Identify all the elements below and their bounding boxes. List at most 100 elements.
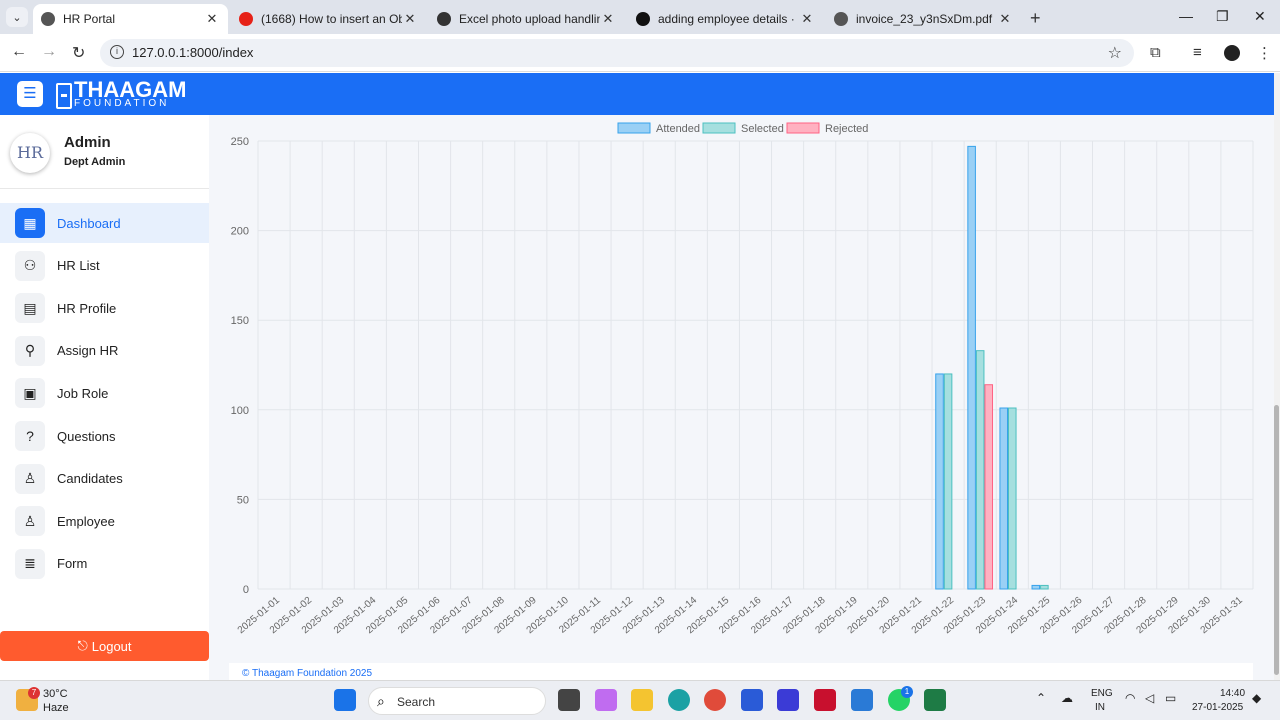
dashboard-icon: ▦ <box>15 208 45 238</box>
browser-profile-avatar[interactable] <box>1224 45 1240 61</box>
store-icon[interactable] <box>741 689 763 711</box>
search-icon: ⌕ <box>377 693 385 709</box>
browser-tab-2[interactable]: Excel photo upload handling ✕ <box>429 4 624 34</box>
bar-selected-2025-01-25[interactable] <box>1040 584 1049 590</box>
legend-label-rejected[interactable]: Rejected <box>825 123 868 135</box>
weather-temp[interactable]: 30°C <box>43 688 68 700</box>
profile-name: Admin <box>64 134 111 151</box>
sidebar-item-employee[interactable]: ♙ Employee <box>0 501 209 541</box>
show-hidden-icons[interactable]: ⌃ <box>1036 691 1046 705</box>
bar-selected-2025-01-23[interactable] <box>975 350 985 590</box>
legend-label-attended[interactable]: Attended <box>656 123 700 135</box>
media-control-icon[interactable]: ≡ <box>1193 44 1202 61</box>
mcafee-icon[interactable] <box>814 689 836 711</box>
bar-selected-2025-01-22[interactable] <box>943 373 953 590</box>
sidebar-item-label: Assign HR <box>57 343 119 359</box>
sidebar-item-label: Questions <box>57 428 116 444</box>
maximize-button[interactable]: ❐ <box>1216 8 1229 25</box>
sidebar-item-job-role[interactable]: ▣ Job Role <box>0 373 209 413</box>
site-info-icon[interactable]: i <box>110 45 124 59</box>
forward-button[interactable]: → <box>41 43 57 61</box>
address-bar[interactable]: i 127.0.0.1:8000/index ☆ <box>100 39 1134 67</box>
network-cloud-icon[interactable]: ☁ <box>1061 691 1073 705</box>
bar-attended-2025-01-23[interactable] <box>967 145 976 590</box>
bar-rejected-2025-01-23[interactable] <box>984 384 994 590</box>
volume-icon[interactable]: ◁ <box>1145 691 1154 705</box>
legend-swatch-selected[interactable] <box>702 122 736 134</box>
dashboard-bar-chart: 0501001502002502025-01-012025-01-022025-… <box>231 122 1254 636</box>
sidebar-item-hr-profile[interactable]: ▤ HR Profile <box>0 288 209 328</box>
openai-icon <box>437 12 451 26</box>
bar-attended-2025-01-24[interactable] <box>999 407 1008 590</box>
chrome-icon[interactable] <box>704 689 726 711</box>
close-window-button[interactable]: ✕ <box>1254 8 1266 25</box>
legend-label-selected[interactable]: Selected <box>741 123 784 135</box>
weather-desc[interactable]: Haze <box>43 702 69 714</box>
sidebar-item-hr-list[interactable]: ⚇ HR List <box>0 246 209 286</box>
battery-icon[interactable]: ▭ <box>1165 691 1176 705</box>
tab-close-icon[interactable]: ✕ <box>204 11 220 27</box>
sidebar-item-dashboard[interactable]: ▦ Dashboard <box>0 203 209 243</box>
address-url[interactable]: 127.0.0.1:8000/index <box>132 45 253 60</box>
new-tab-button[interactable]: + <box>1030 8 1041 29</box>
vscode-icon[interactable] <box>851 689 873 711</box>
browser-tab-1[interactable]: (1668) How to insert an Object✕ <box>231 4 426 34</box>
browser-tab-3[interactable]: adding employee details · Issue✕ <box>628 4 823 34</box>
page-scrollbar-thumb[interactable] <box>1274 405 1279 675</box>
browser-tab-4[interactable]: invoice_23_y3nSxDm.pdf ✕ <box>826 4 1021 34</box>
browser-menu-icon[interactable]: ⋮ <box>1257 44 1272 62</box>
language-top[interactable]: ENG <box>1091 688 1113 699</box>
tab-close-icon[interactable]: ✕ <box>997 11 1013 27</box>
wifi-icon[interactable]: ◠ <box>1125 691 1135 705</box>
windows-start-icon[interactable] <box>334 689 356 711</box>
edge-icon[interactable] <box>668 689 690 711</box>
clock-time[interactable]: 14:40 <box>1220 688 1245 699</box>
logout-button[interactable]: ⎋ Logout <box>0 631 209 661</box>
app-icon[interactable] <box>777 689 799 711</box>
tab-title: adding employee details · Issue <box>658 12 799 26</box>
briefcase-icon: ▣ <box>15 378 45 409</box>
tab-title: (1668) How to insert an Object <box>261 12 402 26</box>
tab-title: Excel photo upload handling <box>459 12 600 26</box>
reload-button[interactable]: ↻ <box>72 43 85 63</box>
browser-tab-0[interactable]: HR Portal ✕ <box>33 4 228 34</box>
github-icon <box>636 12 650 26</box>
task-view-icon[interactable] <box>558 689 580 711</box>
sidebar-item-label: HR List <box>57 258 100 274</box>
y-tick-label: 250 <box>231 136 249 148</box>
minimize-button[interactable]: — <box>1179 8 1193 24</box>
sidebar-item-assign-hr[interactable]: ⚲ Assign HR <box>0 331 209 371</box>
bookmark-star-icon[interactable]: ☆ <box>1108 43 1122 63</box>
tab-close-icon[interactable]: ✕ <box>799 11 815 27</box>
tab-search-button[interactable]: ⌄ <box>6 7 28 27</box>
logo-mark-icon <box>56 83 72 109</box>
bar-attended-2025-01-22[interactable] <box>935 373 944 590</box>
tab-close-icon[interactable]: ✕ <box>600 11 616 27</box>
file-explorer-icon[interactable] <box>631 689 653 711</box>
question-icon: ? <box>15 421 45 451</box>
legend-swatch-rejected[interactable] <box>786 122 820 134</box>
legend-swatch-attended[interactable] <box>617 122 651 134</box>
extensions-icon[interactable]: ⧉ <box>1150 44 1161 61</box>
globe-icon <box>834 12 848 26</box>
copilot-icon[interactable] <box>595 689 617 711</box>
sidebar-item-questions[interactable]: ? Questions <box>0 416 209 456</box>
language-bottom[interactable]: IN <box>1095 702 1105 713</box>
hamburger-menu-icon[interactable]: ☰ <box>17 81 43 107</box>
form-icon: ≣ <box>15 548 45 579</box>
notification-bell-icon[interactable]: ◆ <box>1252 691 1261 705</box>
sidebar-item-form[interactable]: ≣ Form <box>0 544 209 584</box>
excel-icon[interactable] <box>924 689 946 711</box>
tab-title: invoice_23_y3nSxDm.pdf <box>856 12 993 26</box>
sidebar-item-candidates[interactable]: ♙ Candidates <box>0 459 209 499</box>
globe-icon <box>41 12 55 26</box>
whatsapp-badge: 1 <box>901 686 913 698</box>
taskbar-search[interactable]: ⌕ Search <box>368 687 546 715</box>
bar-selected-2025-01-24[interactable] <box>1007 407 1017 590</box>
footer: © Thaagam Foundation 2025 <box>229 663 1253 680</box>
user-icon: ♙ <box>15 506 45 537</box>
back-button[interactable]: ← <box>11 43 27 61</box>
clock-date[interactable]: 27-01-2025 <box>1192 702 1243 713</box>
tab-close-icon[interactable]: ✕ <box>402 11 418 27</box>
bar-attended-2025-01-25[interactable] <box>1031 584 1041 590</box>
